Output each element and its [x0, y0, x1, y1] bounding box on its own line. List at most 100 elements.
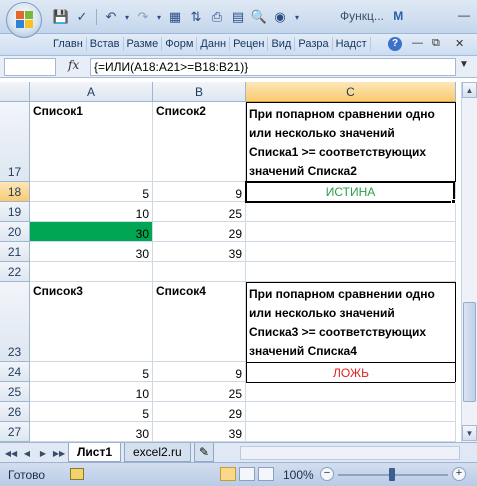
redo-icon[interactable]: ↷	[134, 8, 152, 26]
cell-c27[interactable]	[246, 422, 456, 442]
print-icon[interactable]: ⎙	[208, 8, 226, 26]
sort-icon[interactable]: ⇅	[187, 8, 205, 26]
zoom-in-icon[interactable]: +	[452, 467, 466, 481]
zoom-out-icon[interactable]: −	[320, 467, 334, 481]
tab-developer[interactable]: Разра	[295, 37, 333, 51]
cell-b21[interactable]: 39	[153, 242, 246, 262]
cell-c18[interactable]: ИСТИНА	[246, 182, 456, 202]
undo-icon[interactable]: ↶	[102, 8, 120, 26]
cell-a24[interactable]: 5	[30, 362, 153, 382]
row-header-24[interactable]: 24	[0, 362, 30, 382]
row-header-21[interactable]: 21	[0, 242, 30, 262]
cell-c20[interactable]	[246, 222, 456, 242]
zoom-level[interactable]: 100%	[283, 468, 314, 482]
cell-a25[interactable]: 10	[30, 382, 153, 402]
column-header-a[interactable]: A	[30, 82, 153, 102]
cell-b20[interactable]: 29	[153, 222, 246, 242]
scroll-down-icon[interactable]: ▼	[462, 425, 477, 441]
cell-a21[interactable]: 30	[30, 242, 153, 262]
row-header-20[interactable]: 20	[0, 222, 30, 242]
first-sheet-icon[interactable]: ◀◀	[4, 446, 18, 460]
next-sheet-icon[interactable]: ▶	[36, 446, 50, 460]
formula-input[interactable]: {=ИЛИ(A18:A21>=B18:B21)}	[90, 58, 456, 76]
expand-formula-icon[interactable]: ▼	[459, 59, 469, 70]
minimize-icon[interactable]: —	[453, 6, 475, 24]
cell-b26[interactable]: 29	[153, 402, 246, 422]
cell-a19[interactable]: 10	[30, 202, 153, 222]
fill-handle[interactable]	[451, 199, 456, 204]
format-icon[interactable]: ▤	[229, 8, 247, 26]
sheet-tab-2[interactable]: excel2.ru	[124, 443, 191, 462]
cell-a22[interactable]	[30, 262, 153, 282]
select-all-corner[interactable]	[0, 82, 30, 102]
row-header-18[interactable]: 18	[0, 182, 30, 202]
cell-b22[interactable]	[153, 262, 246, 282]
cell-c25[interactable]	[246, 382, 456, 402]
row-header-26[interactable]: 26	[0, 402, 30, 422]
cell-c26[interactable]	[246, 402, 456, 422]
cell-b19[interactable]: 25	[153, 202, 246, 222]
undo-dropdown-icon[interactable]: ▾	[123, 8, 131, 26]
row-header-19[interactable]: 19	[0, 202, 30, 222]
table-icon[interactable]: ▦	[166, 8, 184, 26]
tab-addins[interactable]: Надст	[333, 37, 371, 51]
fx-icon[interactable]: fx	[68, 58, 79, 72]
redo-dropdown-icon[interactable]: ▾	[155, 8, 163, 26]
row-header-27[interactable]: 27	[0, 422, 30, 442]
tab-home[interactable]: Главн	[50, 37, 87, 51]
tab-formulas[interactable]: Форм	[162, 37, 198, 51]
cell-a23[interactable]: Список3	[30, 282, 153, 362]
cell-b25[interactable]: 25	[153, 382, 246, 402]
cell-c17[interactable]: При попарном сравнении одно или нескольк…	[246, 102, 456, 183]
tab-view[interactable]: Вид	[268, 37, 296, 51]
zoom-slider-knob[interactable]	[389, 468, 395, 481]
scroll-thumb[interactable]	[463, 302, 476, 402]
cell-a26[interactable]: 5	[30, 402, 153, 422]
cell-b23[interactable]: Список4	[153, 282, 246, 362]
preview-icon[interactable]: 🔍	[250, 8, 268, 26]
row-header-17[interactable]: 17	[0, 102, 30, 182]
row-header-23[interactable]: 23	[0, 282, 30, 362]
scroll-up-icon[interactable]: ▲	[462, 82, 477, 98]
sheet-tab-1[interactable]: Лист1	[68, 443, 122, 462]
cell-b18[interactable]: 9	[153, 182, 246, 202]
cell-b17[interactable]: Список2	[153, 102, 246, 182]
cell-a18[interactable]: 5	[30, 182, 153, 202]
ribbon-close-icon[interactable]: ✕	[455, 37, 464, 50]
horizontal-scrollbar[interactable]	[240, 446, 460, 460]
ribbon-minimize-icon[interactable]: —	[412, 37, 423, 49]
customize-icon[interactable]: ◉	[271, 8, 289, 26]
insert-sheet-icon[interactable]: ✎	[194, 443, 215, 462]
tab-page-layout[interactable]: Разме	[124, 37, 163, 51]
save-icon[interactable]: 💾	[52, 8, 70, 26]
cell-a27[interactable]: 30	[30, 422, 153, 442]
help-icon[interactable]: ?	[388, 37, 402, 51]
name-box[interactable]	[4, 58, 56, 76]
cell-c19[interactable]	[246, 202, 456, 222]
cell-c23[interactable]: При попарном сравнении одно или нескольк…	[246, 282, 456, 363]
qat-more-icon[interactable]: ▾	[292, 8, 302, 26]
office-button[interactable]	[6, 2, 42, 38]
tab-review[interactable]: Рецен	[230, 37, 269, 51]
page-break-view-icon[interactable]	[258, 467, 274, 481]
tab-insert[interactable]: Встав	[87, 37, 124, 51]
cell-b27[interactable]: 39	[153, 422, 246, 442]
row-header-22[interactable]: 22	[0, 262, 30, 282]
last-sheet-icon[interactable]: ▶▶	[52, 446, 66, 460]
ribbon-restore-icon[interactable]: ⧉	[432, 37, 440, 50]
tab-data[interactable]: Данн	[197, 37, 231, 51]
cell-b24[interactable]: 9	[153, 362, 246, 382]
normal-view-icon[interactable]	[220, 467, 236, 481]
page-layout-view-icon[interactable]	[239, 467, 255, 481]
column-header-c[interactable]: C	[246, 82, 456, 102]
spelling-icon[interactable]: ✓	[73, 8, 91, 26]
column-header-b[interactable]: B	[153, 82, 246, 102]
row-header-25[interactable]: 25	[0, 382, 30, 402]
prev-sheet-icon[interactable]: ◀	[20, 446, 34, 460]
cell-a17[interactable]: Список1	[30, 102, 153, 182]
vertical-scrollbar[interactable]: ▲ ▼	[461, 82, 477, 442]
cell-a20-highlighted[interactable]: 30	[30, 222, 153, 242]
cell-c21[interactable]	[246, 242, 456, 262]
cell-c22[interactable]	[246, 262, 456, 282]
macro-record-icon[interactable]	[70, 468, 84, 480]
